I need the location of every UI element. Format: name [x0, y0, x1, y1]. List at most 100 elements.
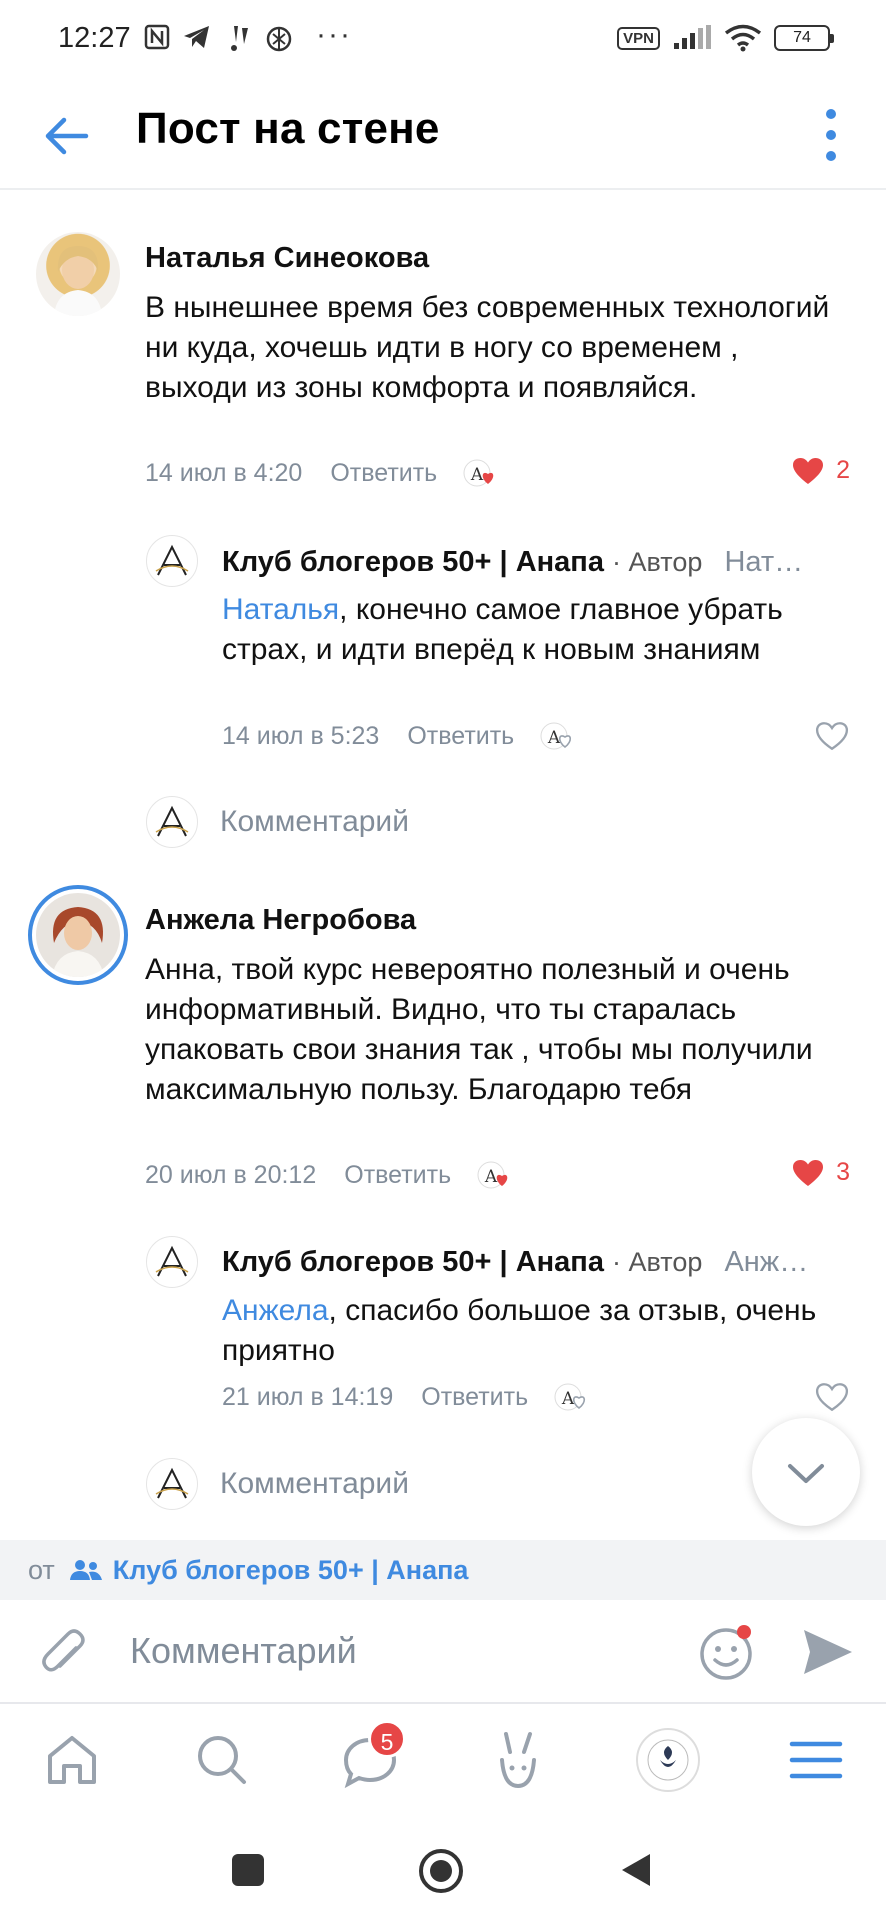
chevron-down-icon: [788, 1464, 824, 1483]
heart-outline-icon[interactable]: [815, 721, 849, 751]
search-icon[interactable]: [190, 1728, 254, 1792]
comment-composer: Комментарий: [0, 1600, 886, 1704]
reply-button[interactable]: Ответить: [330, 459, 437, 488]
author-tag: · Автор: [612, 1247, 703, 1277]
app-header: Пост на стене: [0, 80, 886, 190]
notification-icon: [231, 26, 248, 51]
comment-input[interactable]: Комментарий: [130, 1630, 357, 1672]
author-tag: · Автор: [612, 547, 703, 577]
svg-text:A: A: [470, 465, 484, 485]
reply-date: 14 июл в 5:23: [222, 721, 380, 750]
club-avatar[interactable]: [146, 535, 198, 587]
status-right: VPN 74: [617, 24, 834, 52]
group-icon: [69, 1560, 102, 1580]
messages-tab[interactable]: 5: [338, 1720, 406, 1792]
page-title: Пост на стене: [136, 104, 440, 153]
comment-text: В нынешнее время без современных техноло…: [145, 291, 830, 404]
reply-comment-field[interactable]: Комментарий: [146, 1458, 409, 1510]
comment-placeholder: Комментарий: [220, 805, 409, 838]
emoji-icon[interactable]: [698, 1622, 758, 1682]
bottom-tabbar: 5: [0, 1706, 886, 1816]
from-club-name[interactable]: Клуб блогеров 50+ | Анапа: [113, 1555, 469, 1586]
comment-date: 20 июл в 20:12: [145, 1160, 317, 1189]
mention-link[interactable]: Анжела: [222, 1294, 329, 1327]
comment-meta: 14 июл в 4:20 Ответить A: [145, 456, 497, 490]
reply-author[interactable]: Клуб блогеров 50+ | Анапа · Автор Нат…: [222, 546, 803, 579]
reply-date: 21 июл в 14:19: [222, 1382, 394, 1411]
attach-icon[interactable]: [38, 1626, 90, 1682]
system-navbar: [0, 1816, 886, 1920]
reply-button[interactable]: Ответить: [421, 1383, 528, 1412]
reply-button[interactable]: Ответить: [344, 1161, 451, 1190]
nfc-icon: [144, 24, 170, 50]
more-notifications-icon: ···: [316, 18, 352, 51]
messages-badge: 5: [368, 1720, 406, 1758]
club-avatar[interactable]: [146, 1236, 198, 1288]
reply-comment-field[interactable]: Комментарий: [146, 796, 409, 848]
vpn-badge: VPN: [617, 26, 660, 50]
reply-author[interactable]: Клуб блогеров 50+ | Анапа · Автор Анж…: [222, 1246, 808, 1279]
svg-text:A: A: [484, 1167, 498, 1187]
club-logo-icon: [155, 805, 189, 837]
reply-to-name[interactable]: Нат…: [724, 546, 803, 578]
reply-text: Наталья, конечно самое главное убрать ст…: [222, 590, 842, 670]
mention-link[interactable]: Наталья: [222, 593, 339, 626]
profile-avatar-icon: [647, 1739, 689, 1781]
back-arrow-icon[interactable]: [38, 106, 98, 166]
reply-text: Анжела, спасибо большое за отзыв, очень …: [222, 1291, 842, 1371]
clips-icon[interactable]: [486, 1728, 550, 1792]
telegram-icon: [184, 26, 209, 48]
status-time: 12:27: [58, 22, 131, 54]
send-icon[interactable]: [800, 1626, 856, 1678]
like-count: 3: [836, 1158, 850, 1186]
comment-meta: 20 июл в 20:12 Ответить A: [145, 1158, 511, 1192]
comment-author[interactable]: Анжела Негробова: [145, 904, 416, 937]
reply-author-name[interactable]: Клуб блогеров 50+ | Анапа: [222, 546, 604, 578]
back-nav-icon[interactable]: [618, 1850, 654, 1890]
svg-text:A: A: [547, 728, 561, 748]
like-as-author-icon[interactable]: A: [554, 1380, 588, 1414]
club-logo-icon: [155, 1467, 189, 1499]
comment-placeholder: Комментарий: [220, 1467, 409, 1500]
chatgpt-icon: [266, 26, 292, 52]
home-icon[interactable]: [40, 1728, 104, 1792]
battery-indicator: 74: [774, 25, 834, 51]
like-count: 2: [836, 456, 850, 484]
menu-icon[interactable]: [784, 1728, 848, 1792]
liked-by-author-icon: A: [477, 1161, 508, 1189]
user-photo-icon: [54, 246, 102, 316]
avatar[interactable]: [28, 885, 128, 985]
like-button[interactable]: 3: [792, 1158, 850, 1187]
reply-author-name[interactable]: Клуб блогеров 50+ | Анапа: [222, 1246, 604, 1278]
heart-filled-icon: [793, 457, 824, 484]
club-avatar: [146, 1458, 198, 1510]
comment-text: Анна, твой курс невероятно полезный и оч…: [145, 953, 813, 1106]
from-label: от: [28, 1554, 55, 1585]
signal-icon: [674, 25, 711, 49]
club-logo-icon: [155, 1245, 189, 1277]
more-vertical-icon[interactable]: [816, 102, 846, 168]
from-bar[interactable]: от Клуб блогеров 50+ | Анапа: [0, 1540, 886, 1600]
scroll-down-button[interactable]: [752, 1418, 860, 1526]
reply-button[interactable]: Ответить: [407, 722, 514, 751]
reply-to-name[interactable]: Анж…: [724, 1246, 808, 1278]
liked-by-author-icon: A: [463, 459, 494, 487]
comment-date: 14 июл в 4:20: [145, 458, 303, 487]
user-photo-icon: [36, 893, 120, 977]
status-bar: 12:27 ··· VPN 74: [0, 0, 886, 80]
wifi-icon: [724, 24, 762, 52]
like-button[interactable]: 2: [792, 456, 850, 485]
club-logo-icon: [155, 544, 189, 576]
profile-tab[interactable]: [636, 1728, 700, 1792]
home-nav-icon[interactable]: [418, 1848, 464, 1894]
reply-meta: 21 июл в 14:19 Ответить A: [222, 1380, 588, 1414]
recents-icon[interactable]: [230, 1852, 266, 1888]
heart-outline-icon[interactable]: [815, 1382, 849, 1412]
reply-meta: 14 июл в 5:23 Ответить A: [222, 719, 574, 753]
svg-text:A: A: [561, 1389, 575, 1409]
club-avatar: [146, 796, 198, 848]
like-as-author-icon[interactable]: A: [540, 719, 574, 753]
avatar[interactable]: [36, 232, 120, 316]
heart-filled-icon: [793, 1159, 824, 1186]
comment-author[interactable]: Наталья Синеокова: [145, 242, 429, 275]
